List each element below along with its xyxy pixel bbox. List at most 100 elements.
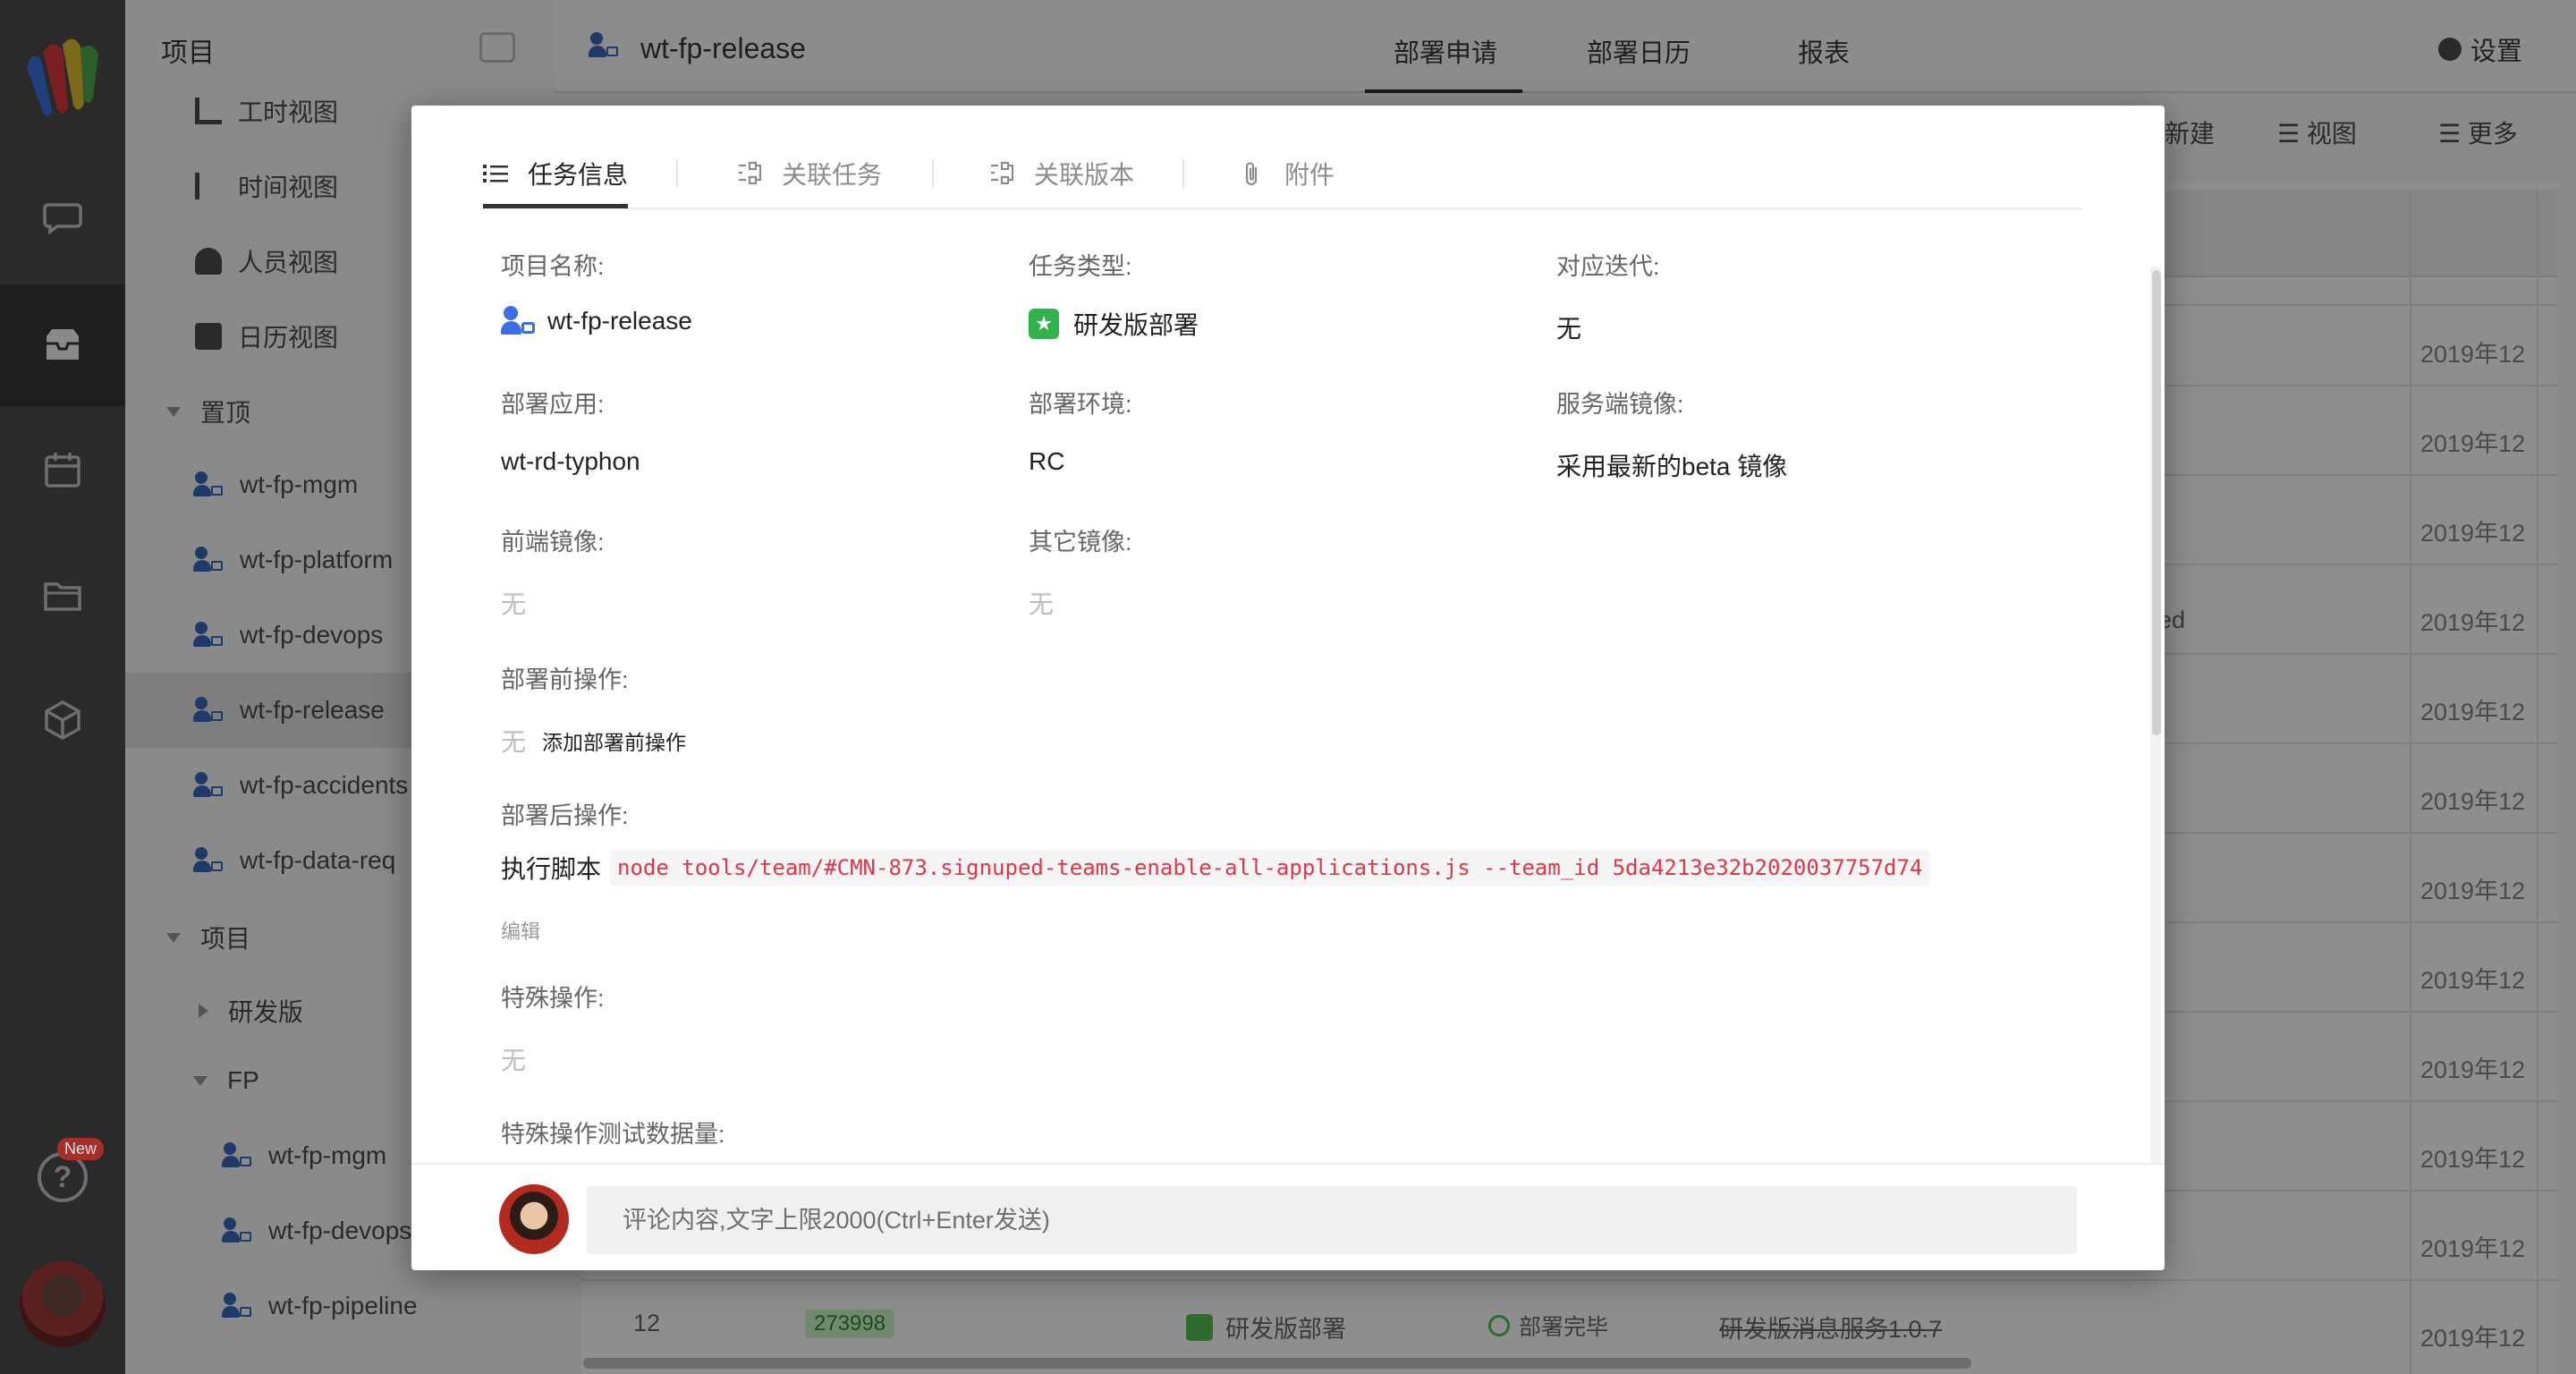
tab-label: 任务信息 xyxy=(528,161,629,189)
row-id-badge[interactable]: 273998 xyxy=(805,1310,895,1338)
more-button[interactable]: ☰ 更多 xyxy=(2438,114,2518,150)
tab-reports[interactable]: 报表 xyxy=(1798,32,1850,70)
task-type-text: 研发版部署 xyxy=(1073,311,1199,339)
commenter-avatar xyxy=(499,1184,569,1254)
link-versions-icon xyxy=(991,161,1014,185)
sidebar-project-item[interactable]: wt-fp-pipeline xyxy=(125,1268,555,1344)
row-task-type: 研发版部署 xyxy=(1186,1310,1346,1344)
row-name[interactable]: 研发版消息服务1.0.7 xyxy=(1719,1310,1942,1344)
app-rail: ? New xyxy=(0,0,125,1374)
server-image-value: 采用最新的beta 镜像 xyxy=(1556,453,1788,480)
tab-task-info[interactable]: 任务信息 xyxy=(483,156,628,191)
cube-icon[interactable] xyxy=(0,671,125,769)
project-icon xyxy=(222,1217,252,1244)
group-label: 研发版 xyxy=(228,998,304,1026)
post-ops-value: 执行脚本 node tools/team/#CMN-873.signuped-te… xyxy=(501,850,1930,886)
tab-label: 关联版本 xyxy=(1034,161,1135,189)
project-icon xyxy=(589,32,619,59)
inbox-icon[interactable] xyxy=(0,284,125,406)
row-date: 2019年12 xyxy=(2420,520,2526,547)
post-ops-script: node tools/team/#CMN-873.signuped-teams-… xyxy=(610,850,1930,886)
user-avatar[interactable] xyxy=(20,1261,106,1347)
chat-icon[interactable] xyxy=(0,168,125,267)
deploy-env-value: RC xyxy=(1029,447,1065,475)
group-pinned[interactable]: 置顶 xyxy=(166,394,250,429)
project-icon xyxy=(193,847,224,874)
caret-down-icon xyxy=(193,1075,208,1086)
horizontal-scrollbar[interactable] xyxy=(583,1358,1971,1369)
list-icon: ☰ xyxy=(2438,120,2468,148)
inbox-toggle-icon[interactable] xyxy=(479,32,515,63)
frontend-image-value: 无 xyxy=(501,590,527,618)
row-date: 2019年12 xyxy=(2420,1056,2526,1083)
group-projects[interactable]: 项目 xyxy=(166,920,250,955)
tab-separator xyxy=(932,159,934,188)
row-date: 2019年12 xyxy=(2420,878,2526,904)
new-badge: New xyxy=(57,1138,105,1160)
sidebar-item-label: 时间视图 xyxy=(238,174,339,201)
pre-ops-label: 部署前操作: xyxy=(501,666,629,693)
deploy-app-value: wt-rd-typhon xyxy=(501,447,640,475)
other-image-value: 无 xyxy=(1029,590,1055,618)
tab-attachments[interactable]: 附件 xyxy=(1240,156,1335,191)
tab-related-tasks[interactable]: 关联任务 xyxy=(737,156,882,191)
tab-related-versions[interactable]: 关联版本 xyxy=(989,156,1134,191)
group-label: FP xyxy=(227,1066,259,1094)
column-divider xyxy=(2410,190,2411,1374)
group-label: 置顶 xyxy=(200,399,251,427)
new-button[interactable]: 新建 xyxy=(2165,114,2215,150)
project-icon xyxy=(193,697,224,724)
row-date: 2019年12 xyxy=(2420,609,2526,636)
comment-bar xyxy=(411,1163,2165,1270)
modal-scrollbar[interactable] xyxy=(2152,270,2161,735)
group-fp[interactable]: FP xyxy=(193,1066,259,1095)
calendar-icon[interactable] xyxy=(0,420,125,519)
star-icon: ★ xyxy=(1029,309,1059,339)
special-ops-label: 特殊操作: xyxy=(501,985,605,1012)
group-label: 项目 xyxy=(200,925,251,953)
row-task-type-label: 研发版部署 xyxy=(1225,1316,1346,1343)
task-type-value: ★ 研发版部署 xyxy=(1029,306,1199,342)
view-label: 视图 xyxy=(2306,120,2357,148)
iteration-value: 无 xyxy=(1556,315,1582,343)
iteration-label: 对应迭代: xyxy=(1556,253,1660,280)
row-date: 2019年12 xyxy=(2420,1235,2526,1262)
tab-deploy-requests[interactable]: 部署申请 xyxy=(1394,32,1497,70)
post-ops-prefix: 执行脚本 xyxy=(501,855,602,883)
gantt-icon xyxy=(195,173,222,199)
comment-input[interactable] xyxy=(587,1186,2077,1254)
project-name-value[interactable]: wt-fp-release xyxy=(501,306,692,336)
bar-chart-icon xyxy=(195,98,222,124)
deploy-app-label: 部署应用: xyxy=(501,391,605,418)
sidebar-item-label: wt-fp-pipeline xyxy=(268,1292,418,1319)
task-type-label: 任务类型: xyxy=(1029,253,1132,280)
calendar-icon xyxy=(195,323,222,350)
project-icon xyxy=(193,471,224,498)
frontend-image-label: 前端镜像: xyxy=(501,529,605,556)
view-button[interactable]: ☰ 视图 xyxy=(2277,114,2357,150)
column-divider xyxy=(2537,190,2538,1374)
row-status-label: 部署完毕 xyxy=(1519,1315,1609,1340)
sidebar-item-label: 人员视图 xyxy=(238,249,339,276)
app-logo xyxy=(27,38,98,116)
edit-post-ops-link[interactable]: 编辑 xyxy=(501,916,540,945)
row-date: 2019年12 xyxy=(2420,1325,2526,1352)
folder-icon[interactable] xyxy=(0,546,125,644)
row-number: 12 xyxy=(633,1310,661,1336)
post-ops-label: 部署后操作: xyxy=(501,802,629,829)
sidebar-item-label: wt-fp-devops xyxy=(268,1217,412,1244)
tab-separator xyxy=(1182,159,1184,188)
add-pre-ops-link[interactable]: 添加部署前操作 xyxy=(542,725,686,756)
paperclip-icon xyxy=(1245,162,1258,186)
group-rd[interactable]: 研发版 xyxy=(199,993,303,1029)
tab-deploy-calendar[interactable]: 部署日历 xyxy=(1587,32,1690,70)
settings-button[interactable]: 设置 xyxy=(2438,30,2522,68)
sidebar-item-label: wt-fp-mgm xyxy=(268,1141,387,1169)
more-label: 更多 xyxy=(2467,120,2518,148)
sidebar-item-label: wt-fp-accidents xyxy=(240,771,409,799)
caret-down-icon xyxy=(166,406,181,417)
pre-ops-value: 无添加部署前操作 xyxy=(501,723,686,759)
caret-right-icon xyxy=(199,1004,208,1018)
settings-label: 设置 xyxy=(2470,38,2523,66)
caret-down-icon xyxy=(166,932,181,943)
